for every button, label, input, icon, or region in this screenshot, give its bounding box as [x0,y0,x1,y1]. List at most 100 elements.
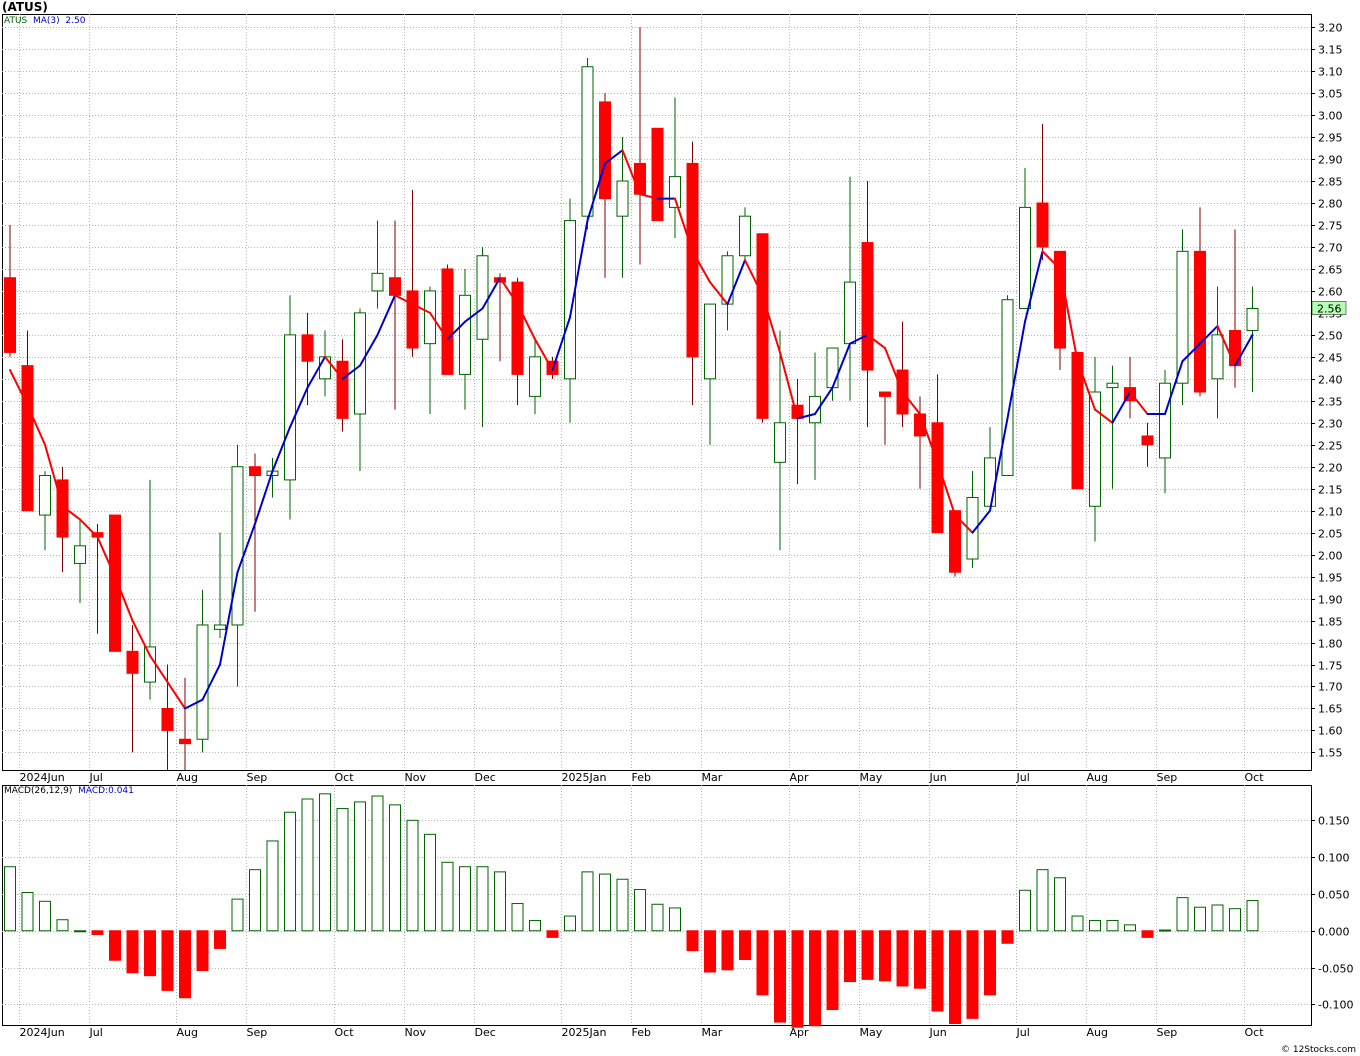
macd-x-label: Mar [702,1026,723,1039]
macd-x-label: May [860,1026,883,1039]
macd-bar [1159,929,1171,932]
price-legend: ATUS MA(3) 2.50 [4,16,85,26]
price-tick-label: 2.90 [1318,154,1343,167]
macd-bar [196,930,209,972]
macd-x-label: Oct [1245,1026,1265,1039]
price-x-label: Oct [335,771,355,784]
price-tick-label: 2.80 [1318,198,1343,211]
candle-body [354,312,366,415]
price-x-label: Aug [177,771,198,784]
macd-bar [1019,889,1031,932]
macd-tick-label: 0.050 [1318,889,1350,902]
price-tick-label: 2.00 [1318,550,1343,563]
macd-bar [179,930,191,999]
candle-body [336,360,349,419]
price-tick-label: 3.10 [1318,66,1343,79]
price-tick-label: 2.15 [1318,484,1343,497]
macd-bar [389,804,401,932]
macd-bar [441,861,454,932]
price-tick-label: 1.85 [1318,616,1343,629]
macd-bar [231,898,244,932]
candle-body [441,268,454,375]
price-tick-label: 2.05 [1318,528,1343,541]
site-credit: © 12Stocks.com [1281,1045,1356,1055]
macd-bar [459,866,471,932]
candle-body [1211,334,1224,380]
candle-body [1159,382,1171,459]
price-tick-label: 1.95 [1318,572,1343,585]
macd-bar [424,833,436,932]
candle-body [774,422,786,463]
candle-body [161,707,174,731]
macd-tick-label: 0.000 [1318,926,1350,939]
macd-bar [931,930,944,1012]
candle-body [581,66,594,217]
price-tick-label: 3.15 [1318,44,1343,57]
macd-x-label: Jul [1016,1026,1030,1039]
macd-x-label: Oct [335,1026,355,1039]
price-tick-label: 2.45 [1318,352,1343,365]
macd-bar [144,930,156,977]
price-tick-label: 1.75 [1318,660,1343,673]
price-x-label: 2024Jun [20,771,65,784]
price-tick-label: 2.10 [1318,506,1343,519]
macd-bar [546,930,559,938]
price-tick-label: 2.60 [1318,286,1343,299]
candle-body [634,162,646,195]
candle-body [861,242,874,371]
macd-bar [756,930,769,996]
macd-bar [1071,915,1084,932]
price-x-label: Sep [1157,771,1178,784]
candle-body [126,650,139,674]
macd-bar [1141,930,1154,938]
candle-body [389,277,401,296]
candle-body [249,466,261,477]
price-x-label: Sep [247,771,268,784]
ticker-label: ATUS [4,16,28,26]
candle-body [144,646,156,683]
price-x-label: Nov [405,771,427,784]
macd-bar [56,919,69,932]
price-tick-label: 2.75 [1318,220,1343,233]
candle-body [476,255,489,340]
macd-bar [616,878,629,932]
price-x-label: 2025Jan [562,771,607,784]
macd-bar [686,930,699,952]
price-x-label: Jul [1016,771,1030,784]
candle-body [231,466,244,626]
macd-bar [634,889,646,932]
candle-body [704,303,716,380]
candle-body [39,475,51,516]
ma3-segment [779,351,799,420]
macd-bar [826,930,839,1011]
price-tick-label: 2.70 [1318,242,1343,255]
macd-bar [896,930,909,987]
macd-bar [651,903,664,932]
macd-label: MACD(26,12,9) [4,786,73,796]
candle-body [459,294,471,375]
macd-bar [511,903,524,932]
candle-body [739,215,751,257]
candle-body [616,180,629,217]
macd-bar [476,866,489,932]
price-tick-label: 2.85 [1318,176,1343,189]
macd-bar [126,930,139,974]
candle-body [984,457,996,507]
macd-bar [704,930,716,973]
macd-value: MACD:0.041 [78,786,134,796]
last-price-label: 2.56 [1317,302,1342,315]
macd-x-label: Aug [177,1026,198,1039]
macd-x-label: Jun [929,1026,947,1039]
macd-tick-label: 0.100 [1318,852,1350,865]
macd-x-label: 2025Jan [562,1026,607,1039]
candle-body [406,290,419,349]
candle-body [1194,250,1206,393]
macd-bar [1106,919,1119,932]
candle-body [599,101,611,200]
candle-body [669,176,681,208]
ma3-segment [131,619,151,657]
price-x-label: Dec [475,771,496,784]
macd-bar [1246,900,1259,932]
macd-bar [1054,877,1066,932]
candle-body [529,356,541,397]
